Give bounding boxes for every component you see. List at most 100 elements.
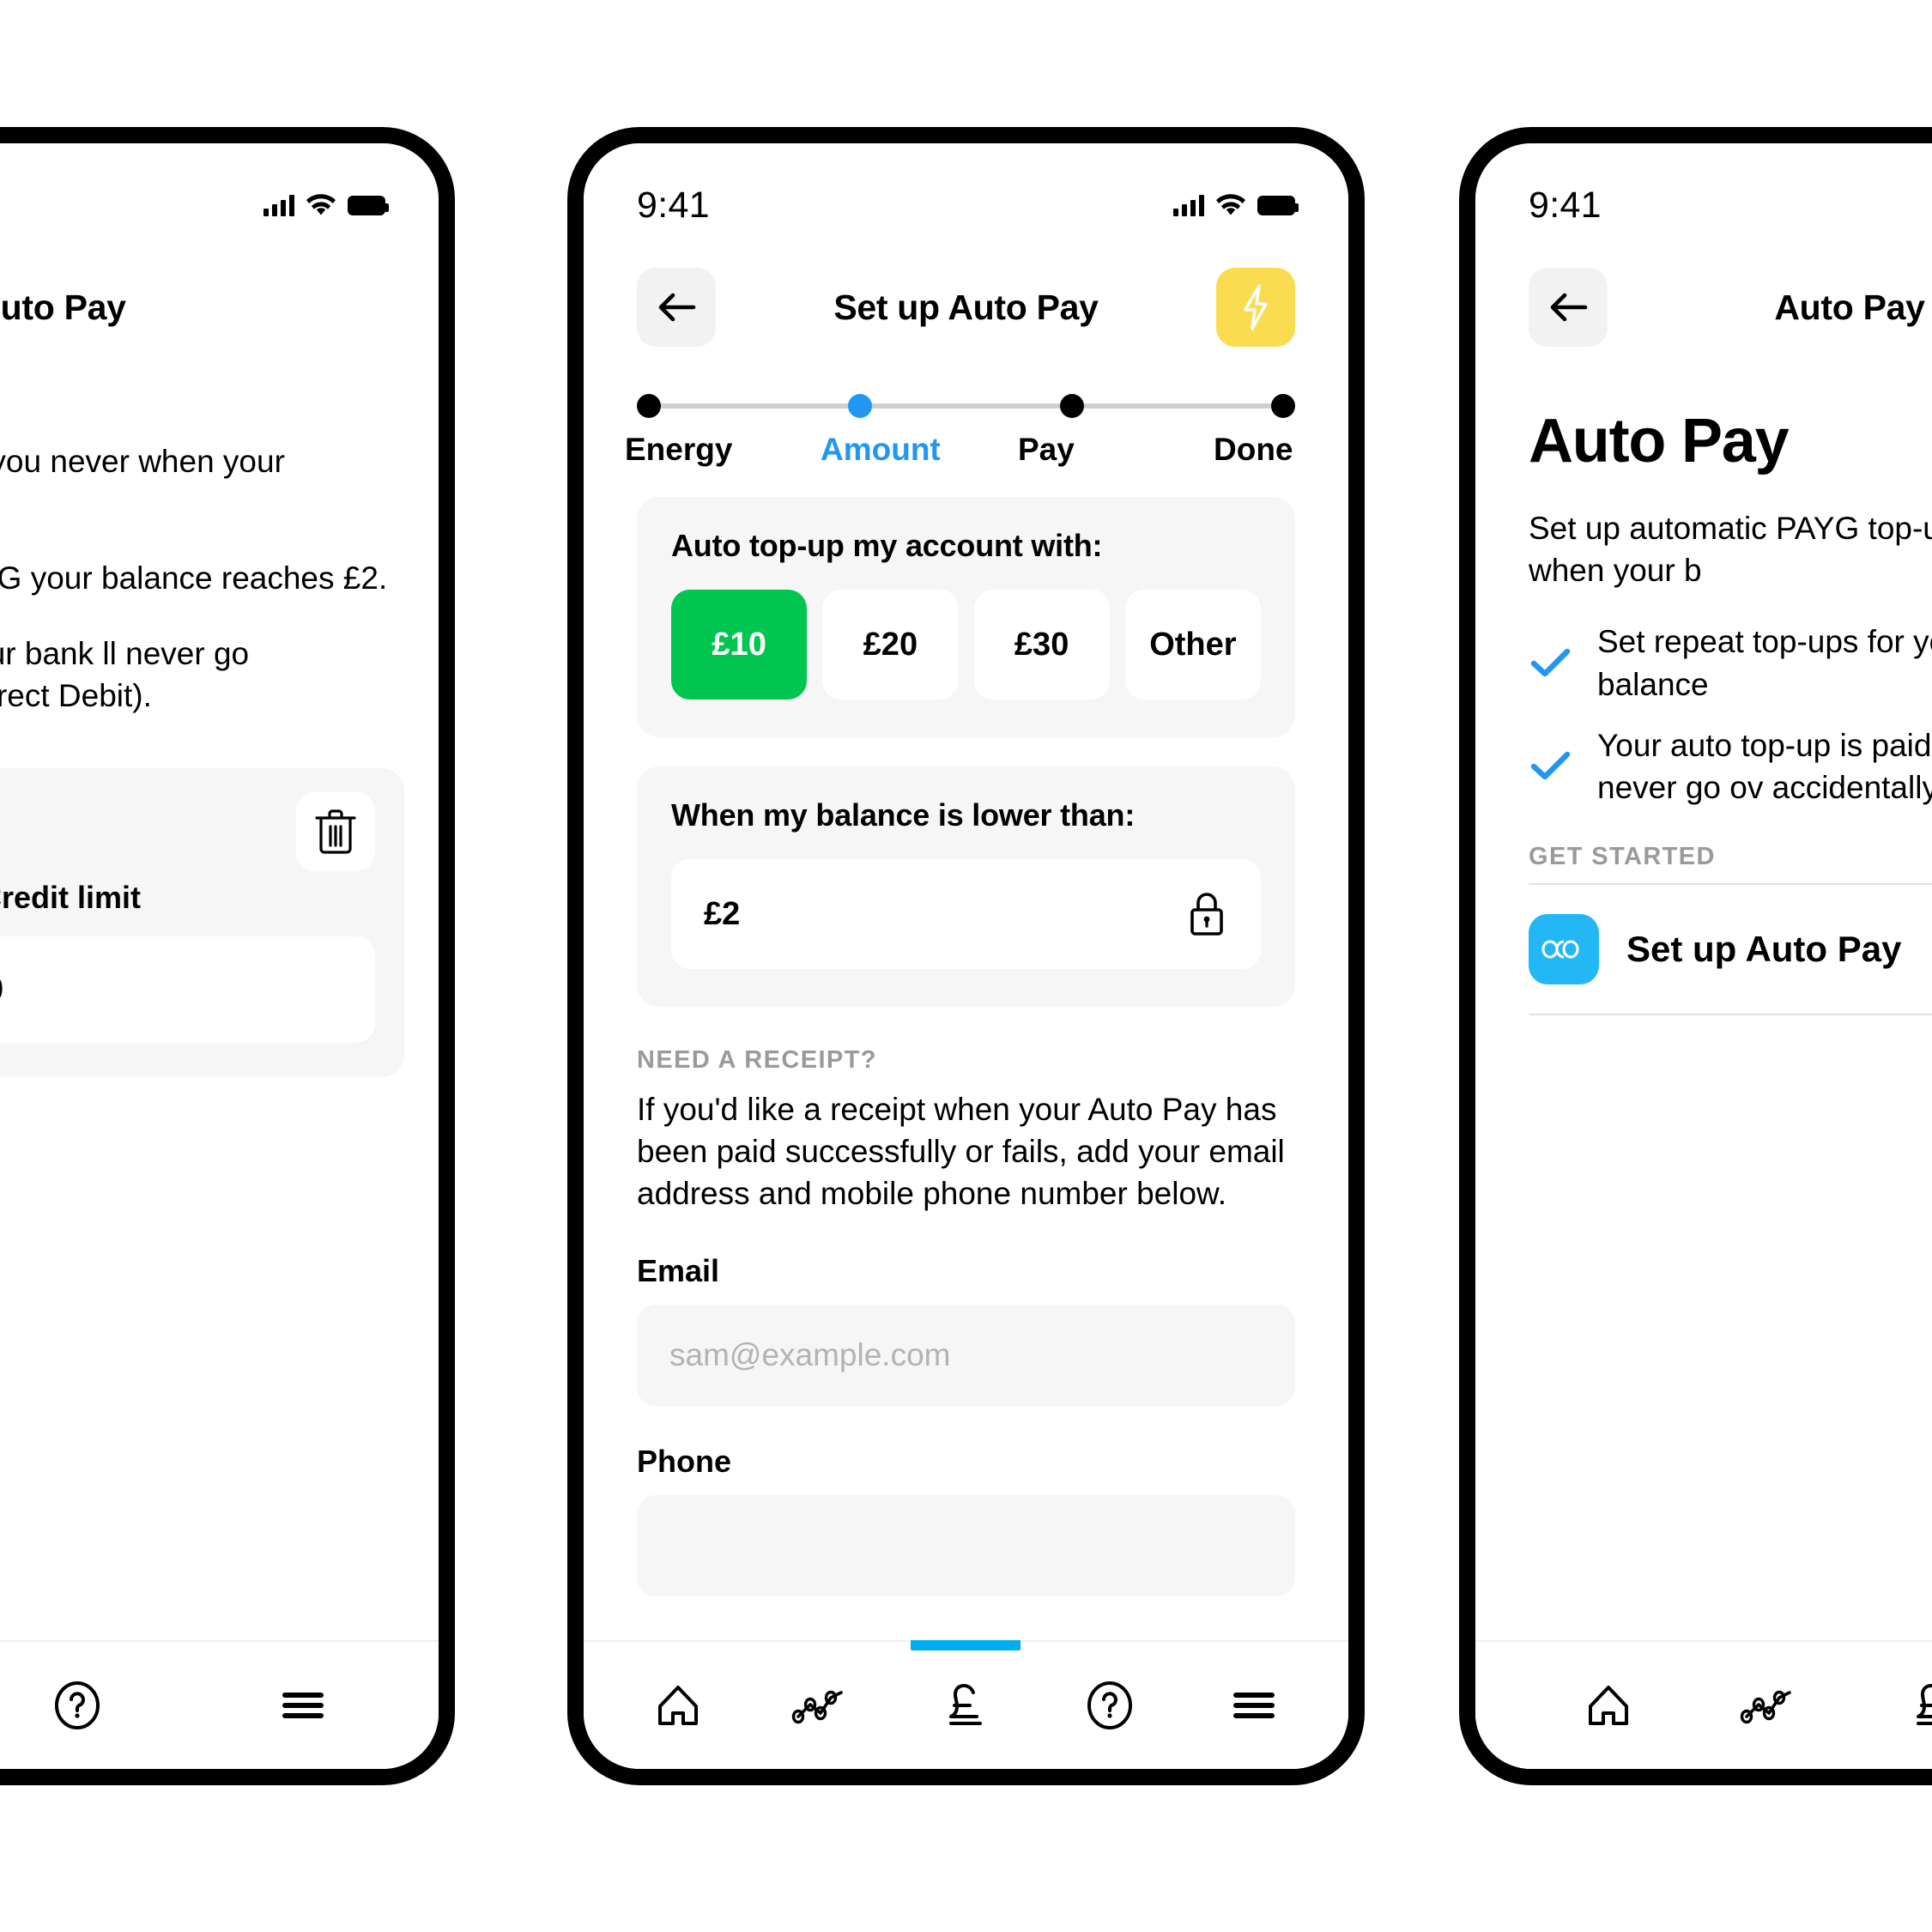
get-started-label: GET STARTED — [1529, 843, 1716, 871]
phone-field[interactable] — [637, 1494, 1295, 1596]
sidebar-item-usage[interactable] — [1689, 1642, 1851, 1769]
check-icon — [1530, 648, 1571, 676]
amount-option-other[interactable]: Other — [1124, 590, 1261, 700]
threshold-card: When my balance is lower than: £2 — [637, 766, 1295, 1007]
menu-icon — [1233, 1693, 1275, 1718]
left-bullet-1: op-ups for your PAYG your balance reache… — [0, 560, 388, 597]
usage-chart-icon — [791, 1690, 843, 1724]
home-icon — [657, 1686, 698, 1725]
stepper-segment-1 — [661, 403, 849, 409]
check-icon — [1530, 751, 1571, 780]
amount-option-30[interactable]: £30 — [973, 590, 1110, 700]
left-card-value[interactable]: £2.00 — [0, 936, 375, 1044]
menu-icon — [282, 1693, 324, 1718]
wifi-icon — [306, 194, 336, 215]
threshold-card-title: When my balance is lower than: — [671, 797, 1136, 833]
left-nav-spacer-2 — [306, 268, 385, 347]
trash-icon — [315, 809, 356, 854]
sidebar-item-usage[interactable] — [750, 1642, 894, 1769]
help-icon — [1087, 1681, 1133, 1729]
step-dot-pay[interactable] — [1059, 394, 1084, 418]
right-tab-bar — [1475, 1640, 1932, 1769]
left-tab-bar — [0, 1640, 439, 1769]
right-screen: 9:41 Auto Pay Auto Pay Set up automatic … — [1475, 143, 1932, 1769]
center-status-time: 9:41 — [637, 184, 710, 226]
wifi-icon — [1216, 194, 1245, 215]
list-item: Your auto top-up is paid card, so you'll… — [1529, 724, 1932, 809]
center-content: Auto top-up my account with: £10 £20 £30… — [584, 497, 1348, 1742]
home-icon — [1588, 1686, 1628, 1725]
step-label-amount: Amount — [821, 432, 941, 467]
right-heading: Auto Pay — [1529, 407, 1790, 475]
pound-icon — [1916, 1684, 1932, 1725]
step-label-done: Done — [1214, 432, 1293, 467]
usage-chart-icon — [1740, 1690, 1791, 1724]
back-arrow-icon — [1550, 293, 1588, 322]
infinity-icon — [1541, 940, 1579, 959]
phone-center: 9:41 Set up Auto Pay Energy Amount Pay D… — [567, 127, 1365, 1785]
help-icon — [54, 1681, 100, 1729]
divider-bottom — [1529, 1014, 1932, 1016]
setup-auto-pay-row[interactable]: Set up Auto Pay — [1529, 885, 1932, 1014]
right-status-bar: 9:41 — [1475, 143, 1932, 238]
step-dot-energy[interactable] — [637, 394, 661, 418]
center-screen: 9:41 Set up Auto Pay Energy Amount Pay D… — [584, 143, 1348, 1769]
left-navbar: Auto Pay — [0, 238, 439, 358]
signal-bars-icon — [263, 194, 294, 216]
signal-bars-icon — [1173, 194, 1204, 216]
page-title: Auto Pay — [1774, 287, 1925, 327]
amount-option-20[interactable]: £20 — [822, 590, 959, 700]
pound-icon — [949, 1684, 983, 1725]
threshold-value: £2 — [704, 895, 741, 932]
right-paragraph: Set up automatic PAYG top-u forget to to… — [1529, 511, 1932, 589]
sidebar-item-balance[interactable] — [894, 1640, 1039, 1769]
benefits-list: Set repeat top-ups for yo meter when you… — [1529, 621, 1932, 809]
phone-right: 9:41 Auto Pay Auto Pay Set up automatic … — [1459, 127, 1932, 1785]
amount-card-title: Auto top-up my account with: — [671, 528, 1103, 563]
left-status-bar — [0, 143, 439, 238]
center-tab-bar — [584, 1640, 1348, 1769]
step-dot-amount[interactable] — [848, 394, 873, 418]
amount-option-10[interactable]: £10 — [671, 590, 808, 700]
left-page-title: Auto Pay — [0, 287, 126, 327]
left-card-subtitle: Credit limit — [0, 880, 141, 916]
page-title: Set up Auto Pay — [833, 287, 1099, 327]
email-placeholder: sam@example.com — [669, 1336, 951, 1372]
infinity-badge — [1529, 914, 1599, 985]
stepper-labels: Energy Amount Pay Done — [625, 432, 1295, 468]
right-navbar: Auto Pay — [1475, 238, 1932, 358]
right-status-time: 9:41 — [1529, 184, 1602, 226]
sidebar-item-help[interactable] — [1038, 1642, 1182, 1769]
delete-button[interactable] — [296, 792, 375, 872]
center-status-bar: 9:41 — [584, 143, 1348, 238]
sidebar-item-home[interactable] — [606, 1642, 750, 1769]
amount-card: Auto top-up my account with: £10 £20 £30… — [637, 497, 1295, 737]
threshold-field[interactable]: £2 — [671, 859, 1261, 969]
step-label-energy: Energy — [625, 432, 733, 467]
setup-stepper: Energy Amount Pay Done — [584, 358, 1348, 468]
list-item-label: Your auto top-up is paid card, so you'll… — [1597, 727, 1932, 806]
phone-left: Auto Pay c PAYG top-ups so you never whe… — [0, 127, 455, 1785]
boost-button[interactable] — [1215, 268, 1295, 347]
step-label-pay: Pay — [1018, 432, 1075, 467]
amount-options: £10 £20 £30 Other — [671, 590, 1261, 700]
lightning-bolt-icon — [1244, 284, 1268, 330]
sidebar-item-menu[interactable] — [1182, 1642, 1326, 1769]
sidebar-item-home[interactable] — [1527, 1642, 1689, 1769]
sidebar-item-help[interactable] — [0, 1642, 191, 1769]
back-button[interactable] — [637, 268, 716, 347]
step-dot-done[interactable] — [1270, 394, 1295, 418]
stepper-segment-2 — [872, 403, 1060, 409]
list-item: Set repeat top-ups for yo meter when you… — [1529, 621, 1932, 705]
receipt-eyebrow: NEED A RECEIPT? — [637, 1046, 877, 1074]
sidebar-item-menu[interactable] — [191, 1642, 416, 1769]
back-button[interactable] — [1529, 268, 1608, 347]
center-navbar: Set up Auto Pay — [584, 238, 1348, 358]
email-field[interactable]: sam@example.com — [637, 1304, 1295, 1406]
sidebar-item-balance[interactable] — [1851, 1642, 1932, 1769]
stepper-segment-3 — [1083, 403, 1271, 409]
screenshot-stage: Auto Pay c PAYG top-ups so you never whe… — [0, 0, 1932, 1932]
left-card-row: £2.00 — [0, 936, 375, 1044]
phone-label: Phone — [637, 1443, 732, 1479]
left-intro-paragraph: c PAYG top-ups so you never when your ba… — [0, 444, 285, 479]
